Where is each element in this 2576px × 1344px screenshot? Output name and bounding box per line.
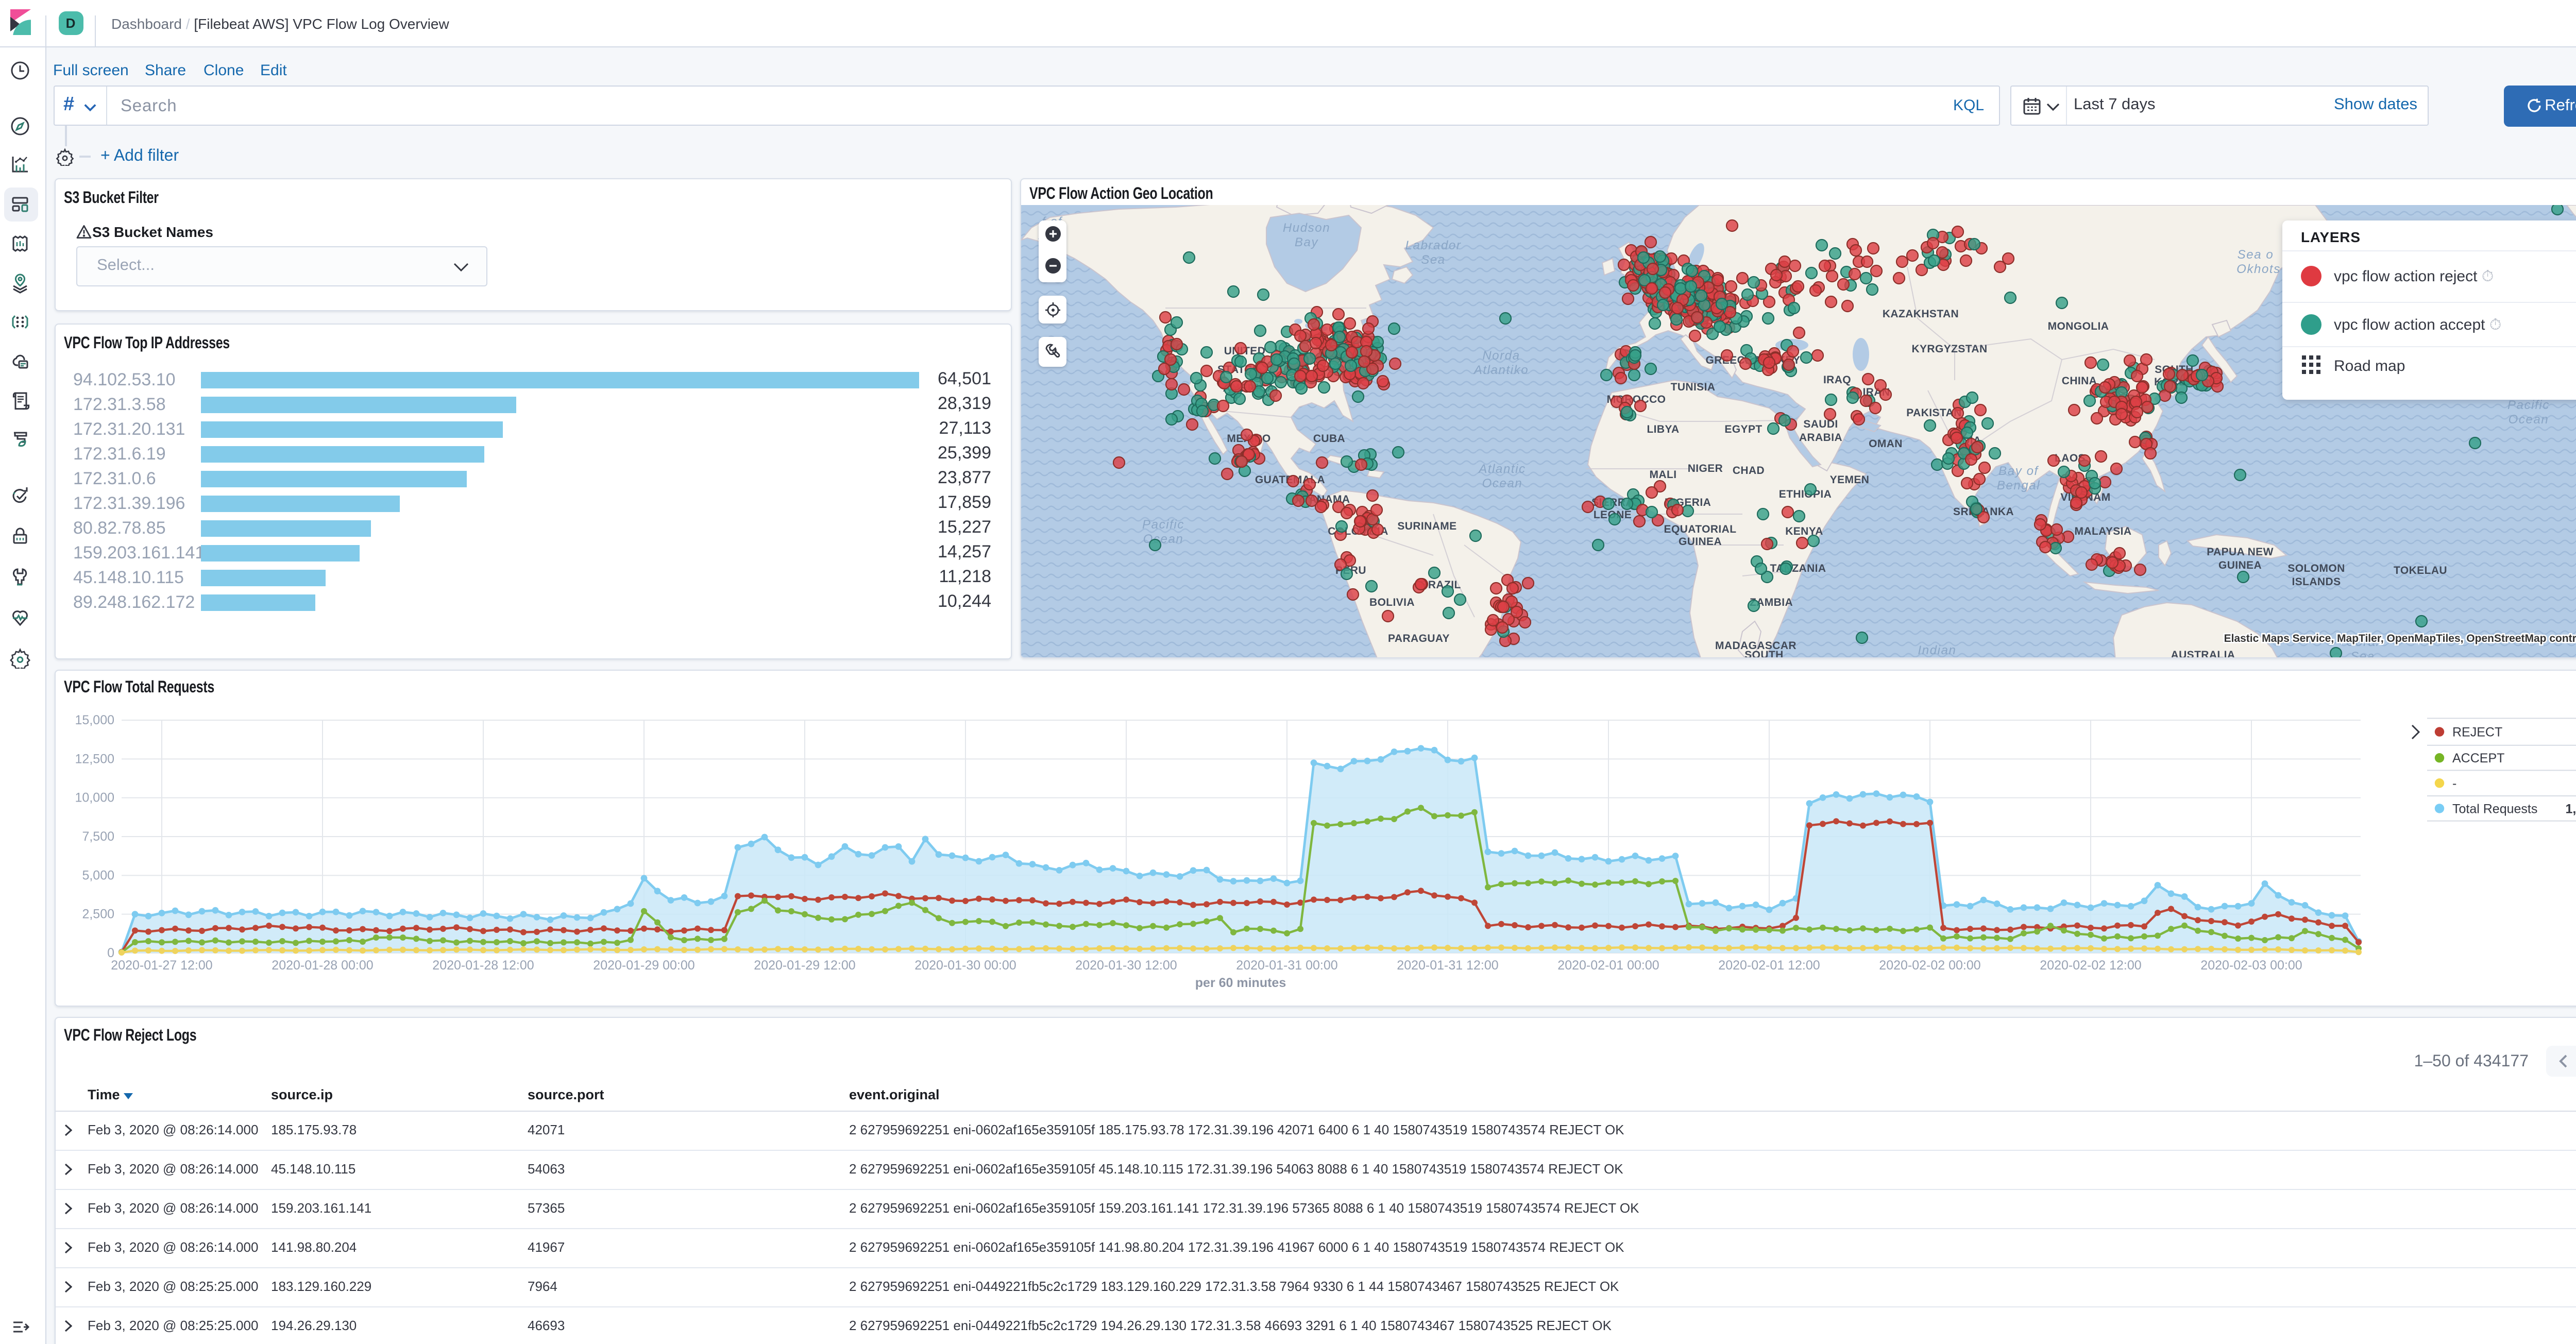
svg-text:GUINEA: GUINEA: [1678, 535, 1721, 547]
svg-text:IRAQ: IRAQ: [1823, 373, 1851, 385]
svg-text:Labrador: Labrador: [1405, 238, 1461, 252]
svg-text:Total Requests: Total Requests: [2452, 802, 2537, 816]
svg-text:2020-02-02 00:00: 2020-02-02 00:00: [1879, 958, 1980, 973]
svg-text:NIGER: NIGER: [1687, 462, 1723, 474]
svg-text:SURINAME: SURINAME: [1397, 520, 1456, 532]
svg-text:Hudson: Hudson: [1282, 220, 1330, 234]
svg-text:2020-01-29 00:00: 2020-01-29 00:00: [593, 958, 694, 973]
svg-text:AUSTRALIA: AUSTRALIA: [2171, 649, 2235, 658]
svg-text:KYRGYZSTAN: KYRGYZSTAN: [1911, 343, 1987, 354]
svg-text:CUBA: CUBA: [1313, 432, 1345, 444]
svg-text:2020-01-30 00:00: 2020-01-30 00:00: [914, 958, 1016, 973]
svg-text:10,000: 10,000: [75, 791, 114, 805]
svg-text:Atlantiko: Atlantiko: [1472, 363, 1528, 377]
svg-text:OMAN: OMAN: [1868, 437, 1902, 449]
svg-text:Bengal: Bengal: [1996, 478, 2040, 492]
svg-text:Sea: Sea: [2350, 649, 2375, 658]
svg-text:2020-01-29 12:00: 2020-01-29 12:00: [754, 958, 855, 973]
svg-text:12,500: 12,500: [75, 752, 114, 766]
svg-text:5,000: 5,000: [82, 868, 114, 882]
svg-text:ARABIA: ARABIA: [1799, 431, 1842, 443]
svg-text:LIBYA: LIBYA: [1646, 423, 1679, 435]
svg-text:2020-01-27 12:00: 2020-01-27 12:00: [111, 958, 212, 973]
svg-text:PARAGUAY: PARAGUAY: [1387, 632, 1449, 644]
svg-text:2020-01-28 12:00: 2020-01-28 12:00: [432, 958, 534, 973]
svg-text:Sea o: Sea o: [2237, 247, 2274, 261]
svg-text:2020-02-01 00:00: 2020-02-01 00:00: [1557, 958, 1659, 973]
svg-text:1,226: 1,226: [2565, 802, 2576, 816]
svg-text:BOLIVIA: BOLIVIA: [1369, 596, 1414, 608]
svg-text:KENYA: KENYA: [1785, 525, 1823, 537]
svg-text:MONGOLIA: MONGOLIA: [2047, 320, 2109, 332]
svg-text:Ocean: Ocean: [1482, 476, 1522, 490]
svg-text:2020-01-28 00:00: 2020-01-28 00:00: [272, 958, 373, 973]
svg-text:EGYPT: EGYPT: [1724, 423, 1761, 435]
svg-text:TOKELAU: TOKELAU: [2393, 564, 2447, 576]
svg-text:Sea: Sea: [1420, 252, 1445, 266]
svg-text:Bay: Bay: [1294, 235, 1318, 249]
svg-text:2020-01-30 12:00: 2020-01-30 12:00: [1075, 958, 1177, 973]
svg-text:YEMEN: YEMEN: [1829, 473, 1869, 485]
svg-text:KAZAKHSTAN: KAZAKHSTAN: [1882, 308, 1958, 319]
svg-text:Ocean: Ocean: [1917, 657, 1957, 658]
svg-text:REJECT: REJECT: [2452, 725, 2502, 740]
svg-text:Pacific: Pacific: [1142, 517, 1184, 531]
svg-text:Okhots: Okhots: [2236, 262, 2280, 276]
svg-text:2020-02-02 12:00: 2020-02-02 12:00: [2040, 958, 2141, 973]
svg-text:-: -: [2452, 776, 2456, 791]
svg-text:Ocean: Ocean: [2508, 412, 2549, 426]
svg-text:TUNISIA: TUNISIA: [1670, 381, 1715, 393]
svg-text:MALAYSIA: MALAYSIA: [2074, 525, 2131, 537]
svg-text:2020-01-31 00:00: 2020-01-31 00:00: [1236, 958, 1337, 973]
svg-text:CHINA: CHINA: [2061, 375, 2097, 386]
svg-text:7,500: 7,500: [82, 829, 114, 844]
svg-text:2020-02-03 00:00: 2020-02-03 00:00: [2200, 958, 2302, 973]
svg-text:SAUDI: SAUDI: [1803, 418, 1837, 430]
svg-text:Bay of: Bay of: [1998, 464, 2038, 478]
svg-text:15,000: 15,000: [75, 713, 114, 727]
svg-text:SOUTH: SOUTH: [1744, 649, 1783, 658]
svg-text:CHAD: CHAD: [1732, 464, 1764, 476]
svg-text:Pacific: Pacific: [2507, 398, 2549, 412]
svg-text:GUINEA: GUINEA: [2218, 559, 2261, 571]
svg-text:Norda: Norda: [1482, 348, 1519, 362]
svg-text:PAPUA NEW: PAPUA NEW: [2206, 546, 2273, 557]
svg-text:per 60 minutes: per 60 minutes: [1195, 976, 1286, 990]
svg-text:ACCEPT: ACCEPT: [2452, 751, 2504, 765]
svg-text:2,500: 2,500: [82, 907, 114, 922]
svg-text:EQUATORIAL: EQUATORIAL: [1664, 523, 1736, 535]
svg-text:SOLOMON: SOLOMON: [2287, 562, 2344, 574]
svg-text:MALI: MALI: [1649, 468, 1676, 480]
svg-text:Elastic Maps Service, MapTiler: Elastic Maps Service, MapTiler, OpenMapT…: [2224, 632, 2576, 644]
svg-text:2020-01-31 12:00: 2020-01-31 12:00: [1397, 958, 1498, 973]
svg-text:TANZANIA: TANZANIA: [1770, 562, 1826, 574]
svg-text:2020-02-01 12:00: 2020-02-01 12:00: [1718, 958, 1820, 973]
svg-text:Atlantic: Atlantic: [1477, 462, 1526, 475]
svg-text:ISLANDS: ISLANDS: [2292, 575, 2341, 587]
svg-text:Indian: Indian: [1918, 643, 1956, 657]
